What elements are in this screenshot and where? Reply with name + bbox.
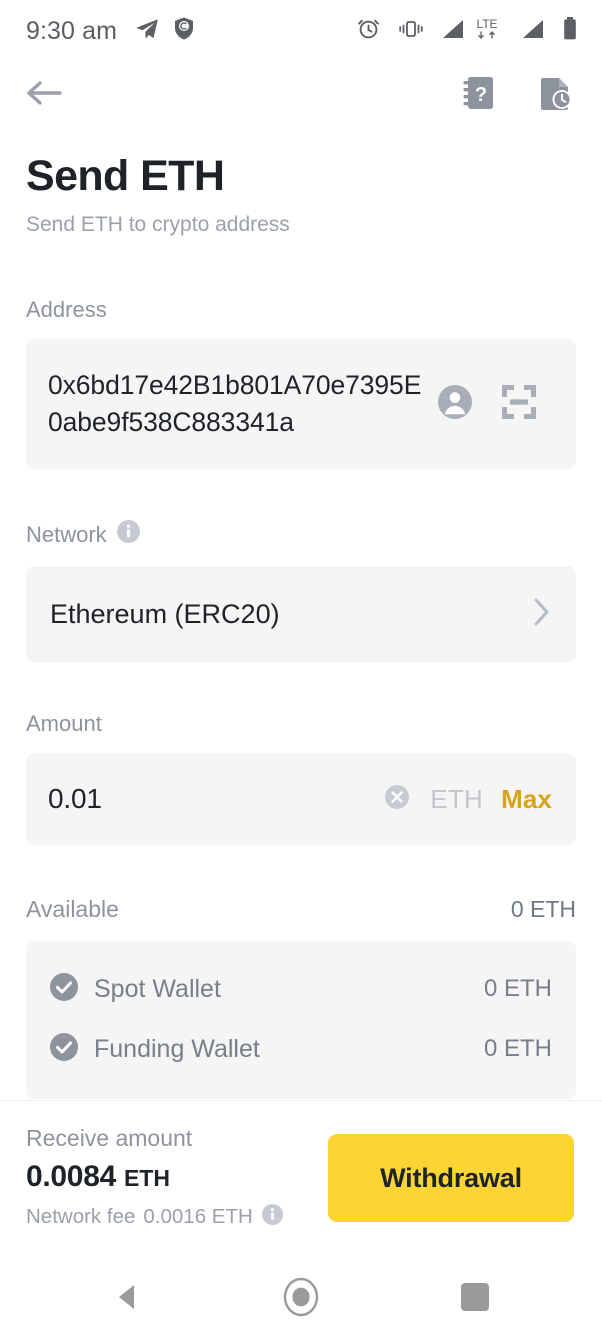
status-bar-clock: 9:30 am	[26, 16, 118, 45]
wallet-list: Spot Wallet 0 ETH Funding Wallet 0 ETH	[26, 941, 576, 1100]
receive-amount-value: 0.0084	[26, 1159, 116, 1193]
nav-recents-square	[461, 1282, 489, 1311]
list-item[interactable]: Spot Wallet 0 ETH	[48, 959, 552, 1019]
receive-amount-value-row: 0.0084 ETH	[26, 1160, 328, 1194]
check-circle-icon[interactable]	[48, 1031, 80, 1068]
available-label: Available	[26, 896, 119, 923]
page-subtitle: Send ETH to crypto address	[26, 213, 290, 237]
lte-icon: LTE	[470, 16, 504, 47]
nav-back-icon[interactable]	[82, 1267, 172, 1327]
status-bar-notification-icons	[134, 16, 196, 47]
network-fee-value: 0.0016 ETH	[143, 1205, 253, 1228]
receive-amount-label: Receive amount	[26, 1124, 193, 1151]
page-title: Send ETH	[26, 152, 225, 200]
help-book-icon[interactable]: ?	[462, 75, 496, 111]
amount-label-text: Amount	[26, 711, 102, 737]
clear-circle-icon[interactable]	[382, 782, 412, 817]
amount-field[interactable]: 0.01 ETH Max	[26, 753, 576, 846]
nav-home-icon[interactable]	[256, 1267, 346, 1327]
available-section: Available 0 ETH Spot Wallet 0 ETH Fundin…	[26, 896, 576, 1100]
battery-icon	[562, 16, 578, 46]
address-section: Address 0x6bd17e42B1b801A70e7395E0abe9f5…	[26, 297, 576, 470]
telegram-icon	[134, 16, 160, 47]
address-label-text: Address	[26, 297, 107, 323]
back-arrow-icon[interactable]	[24, 78, 64, 108]
qr-scan-icon[interactable]	[500, 383, 538, 426]
network-label: Network	[26, 519, 576, 550]
address-actions	[428, 383, 538, 426]
svg-text:?: ?	[475, 84, 487, 106]
network-label-text: Network	[26, 521, 107, 547]
network-selector[interactable]: Ethereum (ERC20)	[26, 566, 576, 663]
app-bar: ?	[0, 62, 602, 124]
contact-person-icon[interactable]	[436, 383, 474, 426]
wallet-amount: 0 ETH	[483, 975, 552, 1003]
amount-section: Amount 0.01 ETH Max	[26, 711, 576, 846]
bottom-action-bar: Receive amount 0.0084 ETH Network fee 0.…	[0, 1100, 602, 1255]
app-bar-actions: ?	[462, 75, 574, 111]
wallet-amount: 0 ETH	[483, 1035, 552, 1063]
withdrawal-button[interactable]: Withdrawal	[328, 1134, 574, 1222]
vibrate-icon	[398, 18, 424, 45]
transaction-history-icon[interactable]	[538, 75, 574, 111]
status-bar: 9:30 am LTE	[0, 0, 602, 62]
max-button[interactable]: Max	[501, 784, 552, 815]
available-header: Available 0 ETH	[26, 896, 576, 923]
info-icon[interactable]	[116, 519, 141, 550]
wallet-name: Spot Wallet	[94, 974, 221, 1003]
phone-screen: 9:30 am LTE ? Send ETH Send ETH to crypt…	[0, 0, 602, 1338]
signal-2-icon	[521, 18, 545, 45]
amount-input[interactable]: 0.01	[48, 783, 382, 815]
list-item[interactable]: Funding Wallet 0 ETH	[48, 1019, 552, 1079]
page-content: Send ETH Send ETH to crypto address Addr…	[0, 152, 602, 1100]
receive-amount-unit: ETH	[123, 1164, 170, 1191]
address-label: Address	[26, 297, 576, 323]
address-input[interactable]: 0x6bd17e42B1b801A70e7395E0abe9f538C88334…	[26, 339, 576, 470]
nav-recents-icon[interactable]	[430, 1267, 520, 1327]
alarm-icon	[356, 16, 381, 46]
status-bar-system-icons: LTE	[356, 16, 578, 47]
signal-icon	[441, 18, 465, 45]
android-nav-bar	[0, 1255, 602, 1338]
wallet-name: Funding Wallet	[94, 1034, 260, 1063]
amount-label: Amount	[26, 711, 576, 737]
network-value: Ethereum (ERC20)	[50, 598, 280, 629]
address-value[interactable]: 0x6bd17e42B1b801A70e7395E0abe9f538C88334…	[48, 367, 428, 442]
check-circle-icon[interactable]	[48, 971, 80, 1008]
network-fee-label: Network fee	[26, 1205, 136, 1228]
shield-c-icon	[172, 16, 196, 46]
amount-unit: ETH	[430, 783, 484, 814]
chevron-right-icon	[530, 596, 552, 633]
available-total: 0 ETH	[510, 896, 576, 923]
network-section: Network Ethereum (ERC20)	[26, 519, 576, 663]
info-icon[interactable]	[261, 1203, 284, 1232]
amount-controls: ETH Max	[382, 782, 552, 817]
network-fee-row: Network fee 0.0016 ETH	[26, 1203, 328, 1232]
svg-text:LTE: LTE	[476, 17, 497, 31]
receive-summary: Receive amount 0.0084 ETH Network fee 0.…	[26, 1125, 328, 1232]
